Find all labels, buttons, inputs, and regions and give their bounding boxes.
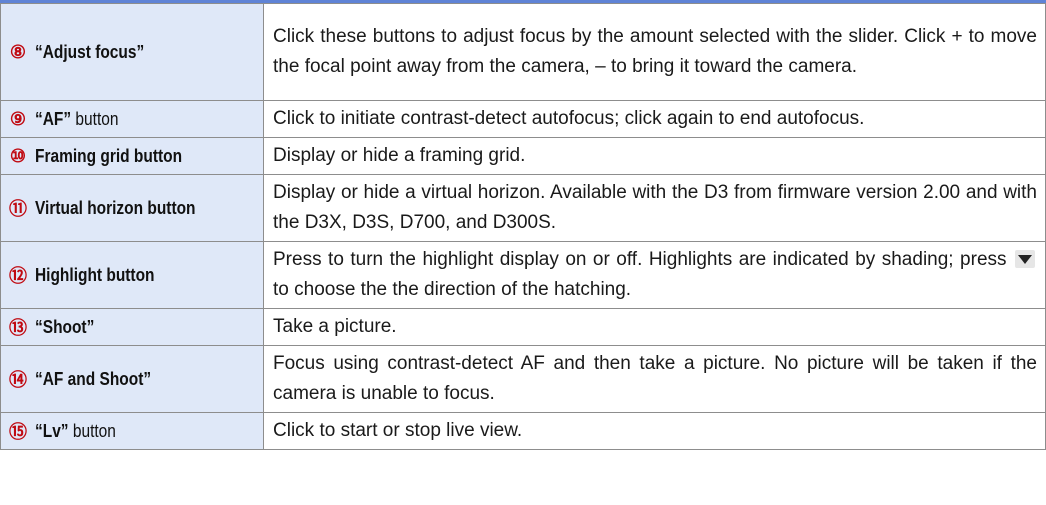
row-label-cell: ⑭ “AF and Shoot” [0,345,264,413]
row-label-cell: ⑮ “Lv” button [0,412,264,450]
control-name: “Adjust focus” [35,40,144,65]
row-description-cell: Press to turn the highlight display on o… [263,241,1046,309]
control-name: “AF” button [35,107,118,132]
control-name: “Lv” button [35,419,116,444]
down-triangle-icon [1015,250,1035,268]
row-description-cell: Display or hide a virtual horizon. Avail… [263,174,1046,242]
control-name: Highlight button [35,263,154,288]
control-name-bold: Framing grid button [35,145,183,166]
callout-number: ⑭ [9,370,27,390]
row-label-cell: ⑩ Framing grid button [0,137,264,175]
description-text: Press to turn the highlight display on o… [264,242,1045,308]
callout-number: ⑧ [9,41,27,62]
description-text: Take a picture. [273,316,397,337]
table-row: ⑨ “AF” button Click to initiate contrast… [0,100,1046,138]
description-text: Focus using contrast-detect AF and then … [273,353,1037,404]
callout-number: ⑩ [9,145,27,166]
row-description-cell: Click to start or stop live view. [263,412,1046,450]
row-description-cell: Click to initiate contrast-detect autofo… [263,100,1046,138]
description-text-part: to choose the the direction of the hatch… [273,279,632,300]
control-name-suffix: button [71,108,119,129]
control-name-bold: “Adjust focus” [35,41,145,62]
row-label-cell: ⑪ Virtual horizon button [0,174,264,242]
control-name-bold: “Lv” [35,420,69,441]
description-text: Click to start or stop live view. [273,420,523,441]
table-row: ⑫ Highlight button Press to turn the hig… [0,241,1046,309]
row-label-cell: ⑫ Highlight button [0,241,264,309]
table-row: ⑬ “Shoot” Take a picture. [0,308,1046,346]
row-label-cell: ⑧ “Adjust focus” [0,3,264,101]
controls-reference-table: ⑧ “Adjust focus” Click these buttons to … [0,3,1046,450]
callout-number: ⑮ [9,422,27,442]
control-name-bold: “Shoot” [35,316,95,337]
description-text: Display or hide a virtual horizon. Avail… [273,182,1037,233]
row-label-cell: ⑬ “Shoot” [0,308,264,346]
row-description-cell: Focus using contrast-detect AF and then … [263,345,1046,413]
table-row: ⑧ “Adjust focus” Click these buttons to … [0,3,1046,101]
table-row: ⑮ “Lv” button Click to start or stop liv… [0,412,1046,450]
control-name-suffix: button [68,420,116,441]
row-description-cell: Take a picture. [263,308,1046,346]
row-label-cell: ⑨ “AF” button [0,100,264,138]
control-name: “AF and Shoot” [35,367,151,392]
callout-number: ⑨ [9,108,27,129]
control-name-bold: Highlight button [35,264,155,285]
description-text: Display or hide a framing grid. [273,145,526,166]
control-name-bold: Virtual horizon button [35,197,196,218]
callout-number: ⑪ [9,199,27,219]
description-text: Click to initiate contrast-detect autofo… [273,108,865,129]
row-description-cell: Display or hide a framing grid. [263,137,1046,175]
control-name: “Shoot” [35,315,94,340]
control-name: Framing grid button [35,144,182,169]
description-text: Click these buttons to adjust focus by t… [273,26,1037,77]
control-name-bold: “AF” [35,108,72,129]
table-row: ⑪ Virtual horizon button Display or hide… [0,174,1046,242]
control-name-bold: “AF and Shoot” [35,368,152,389]
table-row: ⑭ “AF and Shoot” Focus using contrast-de… [0,345,1046,413]
description-text-part: Press to turn the highlight display on o… [273,249,1007,270]
row-description-cell: Click these buttons to adjust focus by t… [263,3,1046,101]
page: ⑧ “Adjust focus” Click these buttons to … [0,0,1046,505]
callout-number: ⑫ [9,266,27,286]
callout-number: ⑬ [9,318,27,338]
table-row: ⑩ Framing grid button Display or hide a … [0,137,1046,175]
control-name: Virtual horizon button [35,196,207,221]
